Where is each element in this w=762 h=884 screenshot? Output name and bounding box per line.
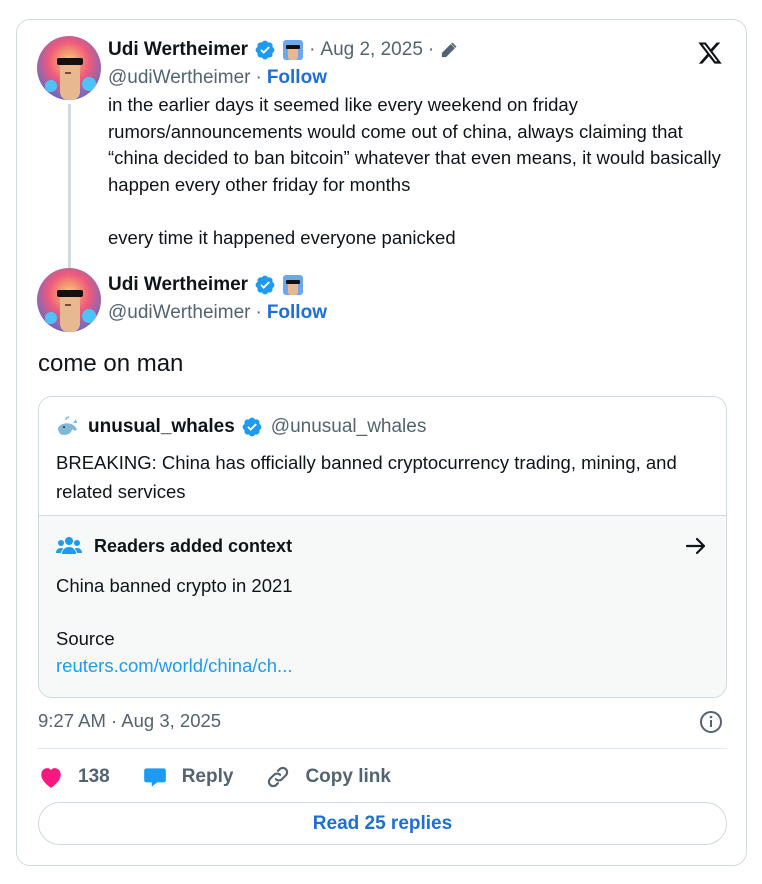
- separator: ·: [427, 39, 435, 60]
- quoted-tweet[interactable]: unusual_whales @unusual_whales BREAKING:…: [38, 396, 727, 698]
- like-count: 138: [78, 766, 110, 787]
- parent-tweet-text: in the earlier days it seemed like every…: [108, 92, 728, 251]
- people-icon: [56, 537, 82, 554]
- thread-line: [68, 104, 71, 280]
- copy-link-button[interactable]: Copy link: [265, 764, 391, 790]
- quoted-author-name[interactable]: unusual_whales: [88, 416, 235, 438]
- heart-icon: [41, 768, 61, 788]
- x-logo-icon[interactable]: [697, 40, 723, 66]
- context-title: Readers added context: [94, 535, 293, 556]
- like-button[interactable]: 138: [38, 765, 110, 789]
- action-bar: 138 Reply Copy link: [38, 762, 423, 792]
- main-tweet-text: come on man: [38, 350, 184, 377]
- tweet-paragraph: every time it happened everyone panicked: [108, 226, 456, 248]
- quoted-tweet-body[interactable]: unusual_whales @unusual_whales BREAKING:…: [39, 397, 726, 515]
- follow-button[interactable]: Follow: [267, 302, 327, 324]
- separator: ·: [309, 39, 316, 60]
- tweet-date[interactable]: Aug 2, 2025: [320, 39, 422, 61]
- context-text: China banned crypto in 2021: [56, 575, 293, 596]
- tweet-embed-card: Udi Wertheimer · Aug 2, 2025 · @udiWerth…: [16, 19, 747, 866]
- verified-badge-icon: [242, 417, 262, 437]
- reply-button[interactable]: Reply: [142, 764, 234, 790]
- author-handle[interactable]: @udiWertheimer: [108, 67, 250, 89]
- divider: [38, 748, 727, 749]
- separator: ·: [255, 67, 262, 88]
- avatar-tag-icon: [283, 275, 304, 295]
- main-tweet-header: Udi Wertheimer: [108, 272, 304, 298]
- avatar[interactable]: [37, 268, 101, 332]
- verified-badge-icon: [255, 275, 275, 295]
- context-header: Readers added context: [56, 533, 292, 559]
- verified-badge-icon: [255, 40, 275, 60]
- edit-pencil-icon[interactable]: [439, 40, 459, 60]
- parent-handle-row: @udiWertheimer · Follow: [108, 65, 327, 91]
- quoted-tweet-text: BREAKING: China has officially banned cr…: [56, 452, 677, 502]
- whale-icon: [58, 416, 77, 435]
- tweet-timestamp[interactable]: 9:27 AM · Aug 3, 2025: [38, 710, 221, 732]
- author-handle[interactable]: @udiWertheimer: [108, 302, 250, 324]
- author-name[interactable]: Udi Wertheimer: [108, 274, 248, 296]
- arrow-right-icon[interactable]: [684, 534, 708, 558]
- link-icon: [268, 766, 289, 788]
- copy-link-label: Copy link: [305, 766, 391, 787]
- parent-tweet-header: Udi Wertheimer · Aug 2, 2025 ·: [108, 37, 459, 63]
- reply-bubble-icon: [143, 768, 166, 787]
- tweet-paragraph: in the earlier days it seemed like every…: [108, 94, 721, 195]
- info-icon[interactable]: [699, 710, 723, 734]
- quoted-author-handle[interactable]: @unusual_whales: [271, 416, 427, 438]
- main-handle-row: @udiWertheimer · Follow: [108, 300, 327, 326]
- author-name[interactable]: Udi Wertheimer: [108, 39, 248, 61]
- avatar-tag-icon: [283, 40, 304, 60]
- follow-button[interactable]: Follow: [267, 67, 327, 89]
- avatar[interactable]: [37, 36, 101, 100]
- quoted-tweet-header: unusual_whales @unusual_whales: [56, 414, 426, 440]
- context-source-label: Source: [56, 628, 115, 649]
- context-source-link[interactable]: reuters.com/world/china/ch...: [56, 655, 292, 677]
- reply-label: Reply: [181, 766, 234, 787]
- community-note[interactable]: Readers added context China banned crypt…: [39, 515, 726, 697]
- separator: ·: [255, 302, 262, 323]
- read-replies-button[interactable]: Read 25 replies: [38, 802, 727, 845]
